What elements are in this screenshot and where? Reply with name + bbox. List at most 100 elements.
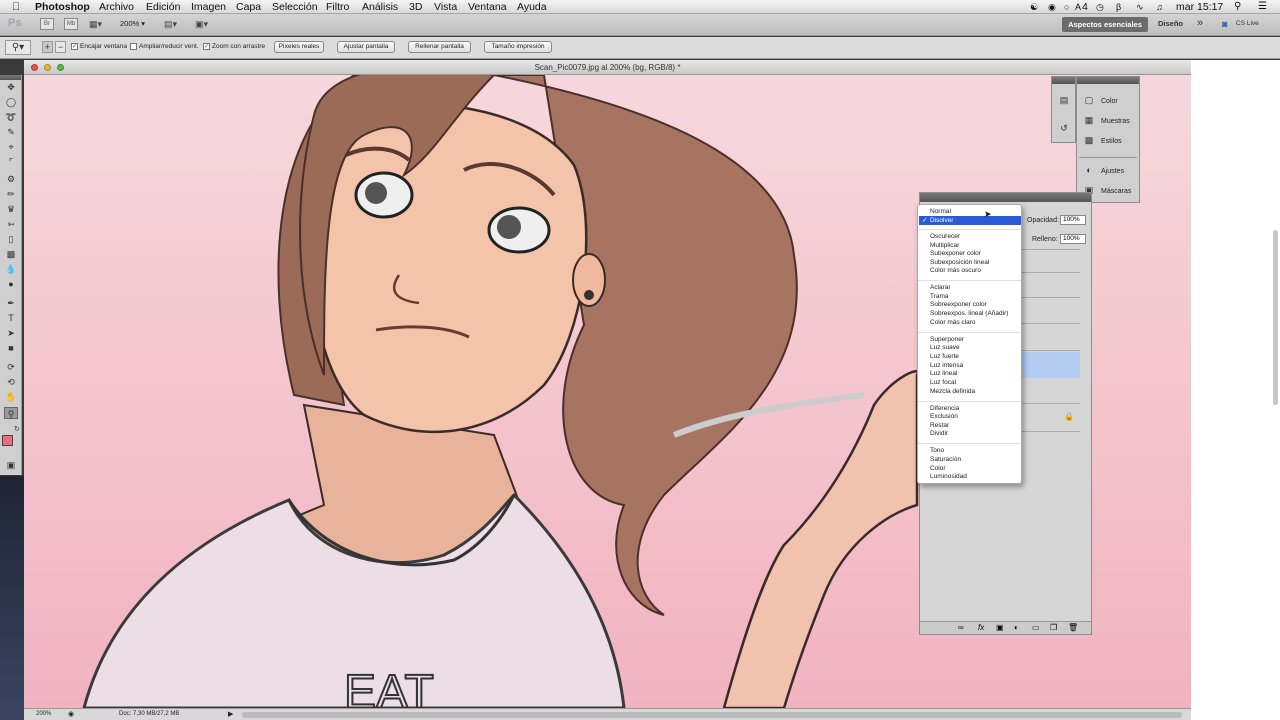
styles-panel-icon[interactable]: ▩	[1083, 135, 1095, 146]
history-brush-tool-icon[interactable]: ➳	[4, 218, 18, 230]
layer-row[interactable]	[1020, 324, 1080, 351]
layers-panel-header[interactable]	[920, 193, 1091, 202]
fill-screen-button[interactable]: Rellenar pantalla	[408, 41, 471, 53]
horizontal-scrollbar[interactable]	[242, 712, 1182, 718]
menu-capa[interactable]: Capa	[236, 0, 261, 14]
blend-option-divide[interactable]: Dividir	[930, 430, 948, 438]
layer-row[interactable]	[1020, 273, 1080, 298]
zoom-in-icon[interactable]: +	[42, 41, 53, 53]
menu-filtro[interactable]: Filtro	[326, 0, 349, 14]
blend-option-luminosity[interactable]: Luminosidad	[930, 473, 967, 481]
menu-edicion[interactable]: Edición	[146, 0, 180, 14]
menu-imagen[interactable]: Imagen	[191, 0, 226, 14]
blend-option-hard-light[interactable]: Luz fuerte	[930, 353, 959, 361]
zoom-tool-icon[interactable]: ⚲	[4, 407, 18, 419]
gradient-tool-icon[interactable]: ▩	[4, 248, 18, 260]
layer-row[interactable]	[1020, 298, 1080, 324]
apple-icon[interactable]: 	[12, 0, 20, 14]
blend-option-color-burn[interactable]: Subexponer color	[930, 250, 981, 258]
marquee-tool-icon[interactable]: ◯	[4, 96, 18, 108]
spotlight-icon[interactable]: ⚲	[1234, 0, 1241, 14]
color-panel-icon[interactable]: ▢	[1083, 95, 1095, 106]
status-zoom[interactable]: 200%	[36, 711, 51, 717]
blend-option-lighter-color[interactable]: Color más claro	[930, 319, 976, 327]
menu-seleccion[interactable]: Selección	[272, 0, 318, 14]
brush-tool-icon[interactable]: ✏	[4, 188, 18, 200]
vertical-scrollbar[interactable]	[1273, 230, 1278, 405]
blend-option-lighten[interactable]: Aclarar	[930, 284, 951, 292]
record-icon[interactable]: ◉	[1048, 0, 1056, 14]
add-mask-icon[interactable]: ▣	[996, 623, 1004, 632]
workspace-design-button[interactable]: Diseño	[1158, 19, 1183, 28]
status-info-icon[interactable]: ◉	[68, 710, 74, 718]
layer-row-selected[interactable]	[1020, 352, 1080, 378]
more-workspaces-button[interactable]: »	[1197, 17, 1203, 29]
tools-panel-header[interactable]	[0, 75, 21, 80]
bridge-button[interactable]: Br	[40, 18, 54, 30]
blur-tool-icon[interactable]: 💧	[4, 263, 18, 275]
swatches-panel-label[interactable]: Muestras	[1101, 118, 1130, 125]
adjustments-panel-icon[interactable]: ◐	[1083, 165, 1095, 176]
styles-panel-label[interactable]: Estilos	[1101, 138, 1122, 145]
blend-option-exclusion[interactable]: Exclusión	[930, 413, 958, 421]
print-size-button[interactable]: Tamaño impresión	[484, 41, 552, 53]
menu-ayuda[interactable]: Ayuda	[517, 0, 547, 14]
masks-panel-label[interactable]: Máscaras	[1101, 188, 1131, 195]
time-machine-icon[interactable]: ◷	[1096, 0, 1104, 14]
menu-ventana[interactable]: Ventana	[468, 0, 507, 14]
zoom-window-button[interactable]	[57, 64, 64, 71]
swatches-panel-icon[interactable]: ▦	[1083, 115, 1095, 126]
new-group-icon[interactable]: ▭	[1032, 623, 1040, 632]
type-tool-icon[interactable]: T	[4, 312, 18, 324]
menu-vista[interactable]: Vista	[434, 0, 457, 14]
blend-option-selected[interactable]: ✓ Disolver	[919, 216, 1021, 225]
shape-tool-icon[interactable]: ■	[4, 342, 18, 354]
notification-icon[interactable]: ☰	[1258, 0, 1267, 14]
healing-brush-tool-icon[interactable]: ⚙	[4, 173, 18, 185]
path-selection-tool-icon[interactable]: ➤	[4, 327, 18, 339]
quick-select-tool-icon[interactable]: ✎	[4, 126, 18, 138]
lasso-tool-icon[interactable]: ➰	[4, 111, 18, 123]
blend-option-linear-burn[interactable]: Subexposición lineal	[930, 259, 989, 267]
wifi-icon[interactable]: ∿	[1136, 0, 1144, 14]
zoom-tool-preset-icon[interactable]: ⚲▾	[5, 40, 31, 55]
menu-3d[interactable]: 3D	[409, 0, 422, 14]
blend-option-subtract[interactable]: Restar	[930, 422, 949, 430]
layer-style-icon[interactable]: fx	[978, 623, 984, 632]
dodge-tool-icon[interactable]: ●	[4, 278, 18, 290]
blend-option-saturation[interactable]: Saturación	[930, 456, 961, 464]
menu-analisis[interactable]: Análisis	[362, 0, 398, 14]
panel-dock-header[interactable]	[1052, 77, 1075, 84]
adjustment-layer-icon[interactable]: ◐	[1014, 623, 1019, 632]
blend-option-normal[interactable]: Normal	[930, 208, 951, 216]
pen-tool-icon[interactable]: ✒	[4, 297, 18, 309]
minimize-window-button[interactable]	[44, 64, 51, 71]
resize-windows-checkbox[interactable]	[130, 43, 137, 50]
blend-option-soft-light[interactable]: Luz suave	[930, 344, 960, 352]
scrubby-zoom-checkbox[interactable]: ✓	[203, 43, 210, 50]
mini-bridge-button[interactable]: Mb	[64, 18, 78, 30]
delete-layer-icon[interactable]: 🗑	[1068, 623, 1078, 632]
3d-orbit-tool-icon[interactable]: ⟲	[4, 376, 18, 388]
creative-cloud-icon[interactable]: ☯	[1030, 0, 1038, 14]
adobe-icon[interactable]: A	[1075, 0, 1081, 14]
arrange-documents-icon[interactable]: ▤▾	[164, 18, 184, 30]
blend-option-color[interactable]: Color	[930, 465, 946, 473]
adjustments-panel-label[interactable]: Ajustes	[1101, 168, 1124, 175]
blend-option-hard-mix[interactable]: Mezcla definida	[930, 388, 975, 396]
swap-colors-icon[interactable]: ↻	[14, 425, 20, 433]
3d-rotate-tool-icon[interactable]: ⟳	[4, 361, 18, 373]
cslive-icon[interactable]: ◙	[1222, 19, 1227, 29]
blend-option-hue[interactable]: Tono	[930, 447, 944, 455]
menu-archivo[interactable]: Archivo	[99, 0, 134, 14]
eraser-tool-icon[interactable]: ▯	[4, 233, 18, 245]
bluetooth-b-icon[interactable]: β	[1116, 0, 1121, 14]
link-layers-icon[interactable]: ∞	[958, 623, 964, 632]
eyedropper-tool-icon[interactable]: ⌜	[4, 156, 18, 168]
blend-option-multiply[interactable]: Multiplicar	[930, 242, 959, 250]
blend-option-overlay[interactable]: Superponer	[930, 336, 964, 344]
status-menu-arrow-icon[interactable]: ▶	[228, 710, 233, 718]
hand-tool-icon[interactable]: ✋	[4, 391, 18, 403]
fill-input[interactable]: 100%	[1060, 234, 1086, 244]
quick-mask-icon[interactable]: ▣	[4, 459, 18, 471]
